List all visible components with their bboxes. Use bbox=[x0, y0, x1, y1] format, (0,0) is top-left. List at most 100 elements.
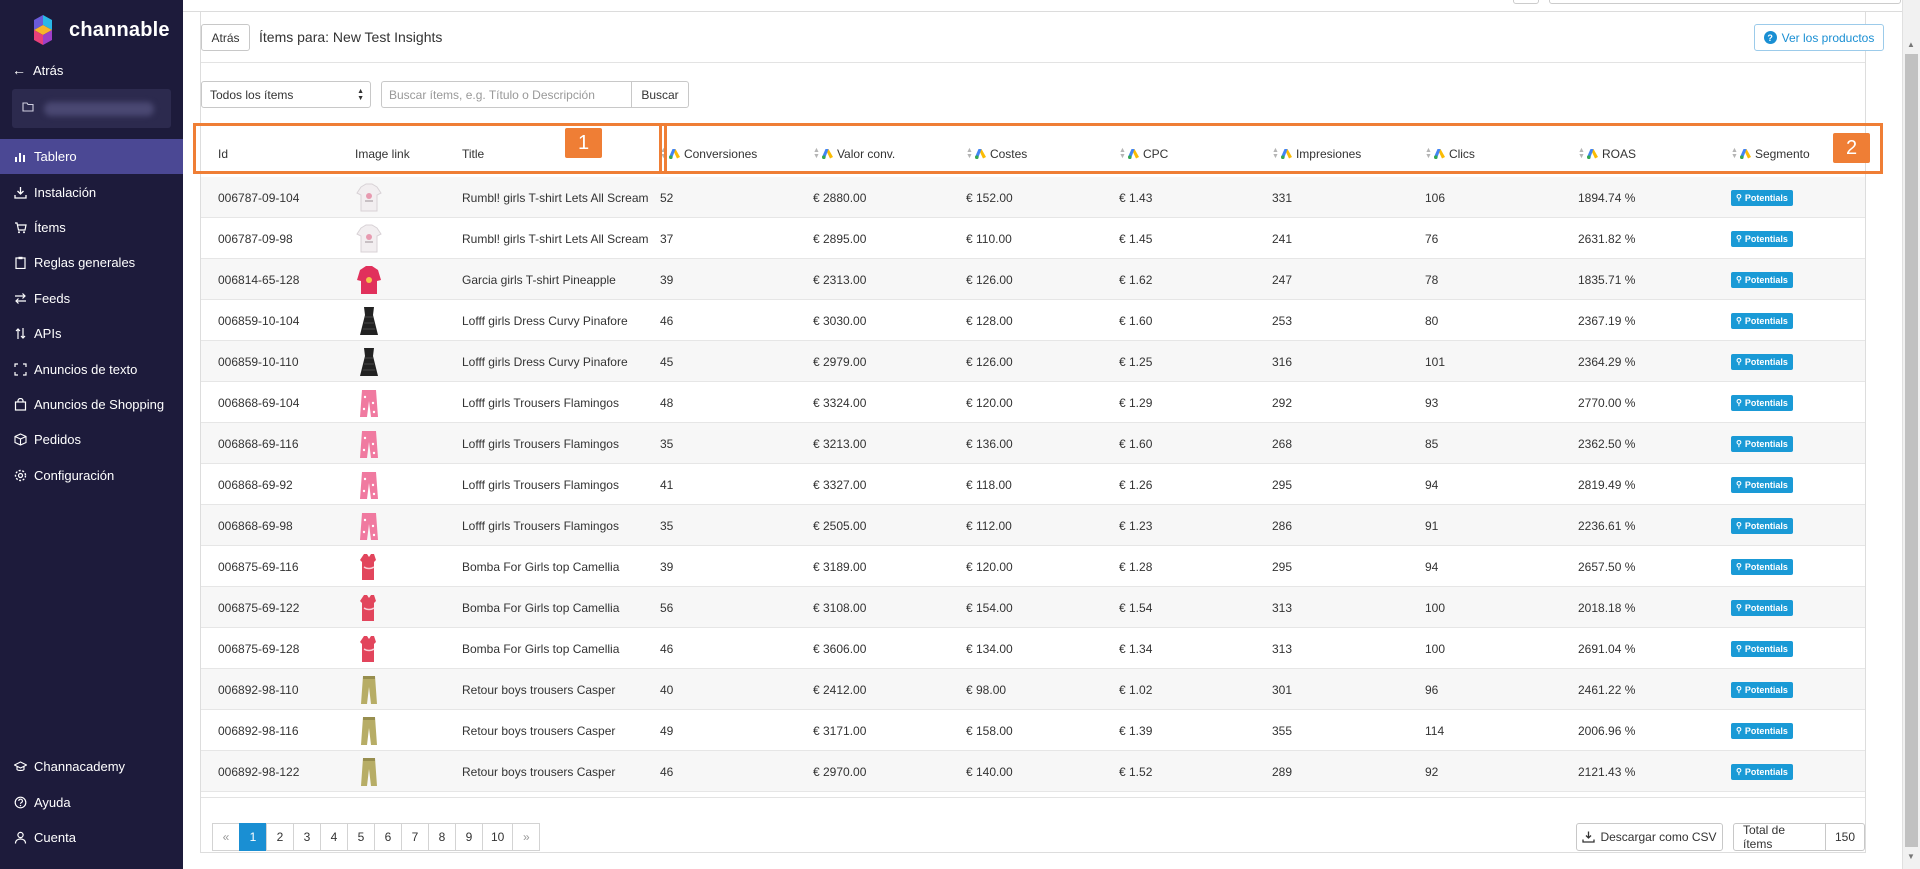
cell-segment: ⚲ Potentials bbox=[1731, 710, 1793, 751]
cell-title: Lofff girls Dress Curvy Pinafore bbox=[462, 313, 628, 328]
cell-segment: ⚲ Potentials bbox=[1731, 177, 1793, 218]
cell-clicks: 93 bbox=[1425, 395, 1439, 410]
sidebar-item-cuenta[interactable]: Cuenta bbox=[0, 820, 183, 855]
scroll-up-icon[interactable]: ▲ bbox=[1907, 40, 1915, 49]
product-thumbnail[interactable] bbox=[355, 469, 383, 501]
sidebar-item-instalacion[interactable]: Instalación bbox=[0, 174, 183, 209]
table-row[interactable]: 006814-65-128 Garcia girls T-shirt Pineap… bbox=[201, 259, 1865, 300]
project-selector[interactable] bbox=[12, 89, 171, 128]
product-thumbnail[interactable] bbox=[355, 305, 383, 337]
cell-conv-value: € 3327.00 bbox=[813, 477, 867, 492]
pagination-page-2[interactable]: 2 bbox=[266, 823, 294, 851]
arrow-left-icon: ← bbox=[12, 62, 26, 78]
scroll-down-icon[interactable]: ▼ bbox=[1907, 852, 1915, 861]
sidebar-item-items[interactable]: Ítems bbox=[0, 210, 183, 245]
sidebar-item-tablero[interactable]: Tablero bbox=[0, 139, 183, 175]
sidebar-item-apis[interactable]: APIs bbox=[0, 316, 183, 351]
product-thumbnail[interactable] bbox=[355, 551, 383, 583]
cell-clicks: 85 bbox=[1425, 436, 1439, 451]
table-row[interactable]: 006892-98-116 Retour boys trousers Casper… bbox=[201, 710, 1865, 751]
table-row[interactable]: 006868-69-98 Lofff girls Trousers Flaming… bbox=[201, 505, 1865, 546]
product-thumbnail[interactable] bbox=[355, 674, 383, 706]
table-row[interactable]: 006868-69-104 Lofff girls Trousers Flamin… bbox=[201, 382, 1865, 423]
table-row[interactable]: 006892-98-122 Retour boys trousers Casper… bbox=[201, 751, 1865, 792]
brand-logo[interactable]: channable bbox=[26, 13, 170, 47]
segment-badge: ⚲ Potentials bbox=[1731, 599, 1793, 616]
pin-icon: ⚲ bbox=[1736, 316, 1742, 325]
sidebar-item-anuncios-de-texto[interactable]: Anuncios de texto bbox=[0, 351, 183, 386]
table-row[interactable]: 006787-09-98 Rumbl! girls T-shirt Lets Al… bbox=[201, 218, 1865, 259]
cell-conv-value: € 3213.00 bbox=[813, 436, 867, 451]
table-row[interactable]: 006875-69-122 Bomba For Girls top Camelli… bbox=[201, 587, 1865, 628]
table-row[interactable]: 006892-98-110 Retour boys trousers Casper… bbox=[201, 669, 1865, 710]
cell-clicks: 100 bbox=[1425, 641, 1446, 656]
sidebar-back-link[interactable]: ← Atrás bbox=[12, 62, 63, 78]
table-row[interactable]: 006868-69-116 Lofff girls Trousers Flamin… bbox=[201, 423, 1865, 464]
product-thumbnail[interactable] bbox=[355, 223, 383, 255]
pagination-page-10[interactable]: 10 bbox=[482, 823, 514, 851]
pagination-next[interactable]: » bbox=[512, 823, 541, 851]
toolbar-field[interactable] bbox=[1549, 0, 1901, 4]
cell-image bbox=[355, 669, 383, 710]
download-csv-button[interactable]: Descargar como CSV bbox=[1576, 823, 1723, 851]
cell-image bbox=[355, 177, 383, 218]
sidebar-item-reglas-generales[interactable]: Reglas generales bbox=[0, 245, 183, 280]
product-thumbnail[interactable] bbox=[355, 715, 383, 747]
sidebar-item-ayuda[interactable]: Ayuda bbox=[0, 784, 183, 819]
cell-id: 006859-10-104 bbox=[218, 313, 300, 328]
pagination-page-9[interactable]: 9 bbox=[455, 823, 483, 851]
cell-conversions: 35 bbox=[660, 436, 674, 451]
product-thumbnail[interactable] bbox=[355, 756, 383, 788]
product-thumbnail[interactable] bbox=[355, 182, 383, 214]
pagination-page-4[interactable]: 4 bbox=[320, 823, 348, 851]
sidebar-item-pedidos[interactable]: Pedidos bbox=[0, 422, 183, 457]
pagination-page-6[interactable]: 6 bbox=[374, 823, 402, 851]
sidebar-item-channacademy[interactable]: Channacademy bbox=[0, 749, 183, 784]
pagination-prev[interactable]: « bbox=[212, 823, 240, 851]
product-thumbnail[interactable] bbox=[355, 510, 383, 542]
cell-costs: € 154.00 bbox=[966, 600, 1013, 615]
cell-clicks: 101 bbox=[1425, 354, 1446, 369]
pagination-page-1[interactable]: 1 bbox=[239, 823, 267, 851]
product-thumbnail[interactable] bbox=[355, 633, 383, 665]
items-filter-select[interactable]: Todos los ítems ▲ ▼ bbox=[201, 81, 371, 108]
sidebar-item-configuracion[interactable]: Configuración bbox=[0, 458, 183, 493]
table-row[interactable]: 006875-69-116 Bomba For Girls top Camelli… bbox=[201, 546, 1865, 587]
table-row[interactable]: 006868-69-92 Lofff girls Trousers Flaming… bbox=[201, 464, 1865, 505]
segment-badge: ⚲ Potentials bbox=[1731, 722, 1793, 739]
product-thumbnail[interactable] bbox=[355, 346, 383, 378]
pagination-page-8[interactable]: 8 bbox=[428, 823, 456, 851]
scrollbar-thumb[interactable] bbox=[1905, 54, 1918, 847]
cell-conv-value: € 2313.00 bbox=[813, 272, 867, 287]
toolbar-button[interactable] bbox=[1513, 0, 1539, 4]
sidebar-item-label: Cuenta bbox=[34, 829, 76, 845]
table-row[interactable]: 006787-09-104 Rumbl! girls T-shirt Lets A… bbox=[201, 177, 1865, 218]
product-thumbnail[interactable] bbox=[355, 387, 383, 419]
search-input[interactable] bbox=[381, 81, 631, 108]
sidebar-item-anuncios-de-shopping[interactable]: Anuncios de Shopping bbox=[0, 387, 183, 422]
cell-impressions: 316 bbox=[1272, 354, 1293, 369]
segment-label: Potentials bbox=[1744, 766, 1788, 777]
pagination-page-5[interactable]: 5 bbox=[347, 823, 375, 851]
page-scrollbar[interactable]: ▲ ▼ bbox=[1902, 0, 1920, 869]
pagination-page-3[interactable]: 3 bbox=[293, 823, 321, 851]
cell-clicks: 106 bbox=[1425, 190, 1446, 205]
table-row[interactable]: 006859-10-110 Lofff girls Dress Curvy Pin… bbox=[201, 341, 1865, 382]
pagination-page-7[interactable]: 7 bbox=[401, 823, 429, 851]
product-thumbnail[interactable] bbox=[355, 264, 383, 296]
cell-title: Retour boys trousers Casper bbox=[462, 682, 616, 697]
search-button[interactable]: Buscar bbox=[631, 81, 689, 108]
table-row[interactable]: 006859-10-104 Lofff girls Dress Curvy Pin… bbox=[201, 300, 1865, 341]
cell-roas: 1835.71 % bbox=[1578, 272, 1636, 287]
back-button[interactable]: Atrás bbox=[201, 24, 250, 51]
cell-costs: € 112.00 bbox=[966, 518, 1012, 533]
view-products-button[interactable]: ? Ver los productos bbox=[1754, 24, 1884, 51]
cell-conversions: 46 bbox=[660, 764, 674, 779]
cell-segment: ⚲ Potentials bbox=[1731, 546, 1793, 587]
sidebar-item-feeds[interactable]: Feeds bbox=[0, 281, 183, 316]
table-row[interactable]: 006875-69-128 Bomba For Girls top Camelli… bbox=[201, 628, 1865, 669]
product-thumbnail[interactable] bbox=[355, 428, 383, 460]
product-thumbnail[interactable] bbox=[355, 592, 383, 624]
cell-conv-value: € 2412.00 bbox=[813, 682, 867, 697]
cell-roas: 2631.82 % bbox=[1578, 231, 1636, 246]
